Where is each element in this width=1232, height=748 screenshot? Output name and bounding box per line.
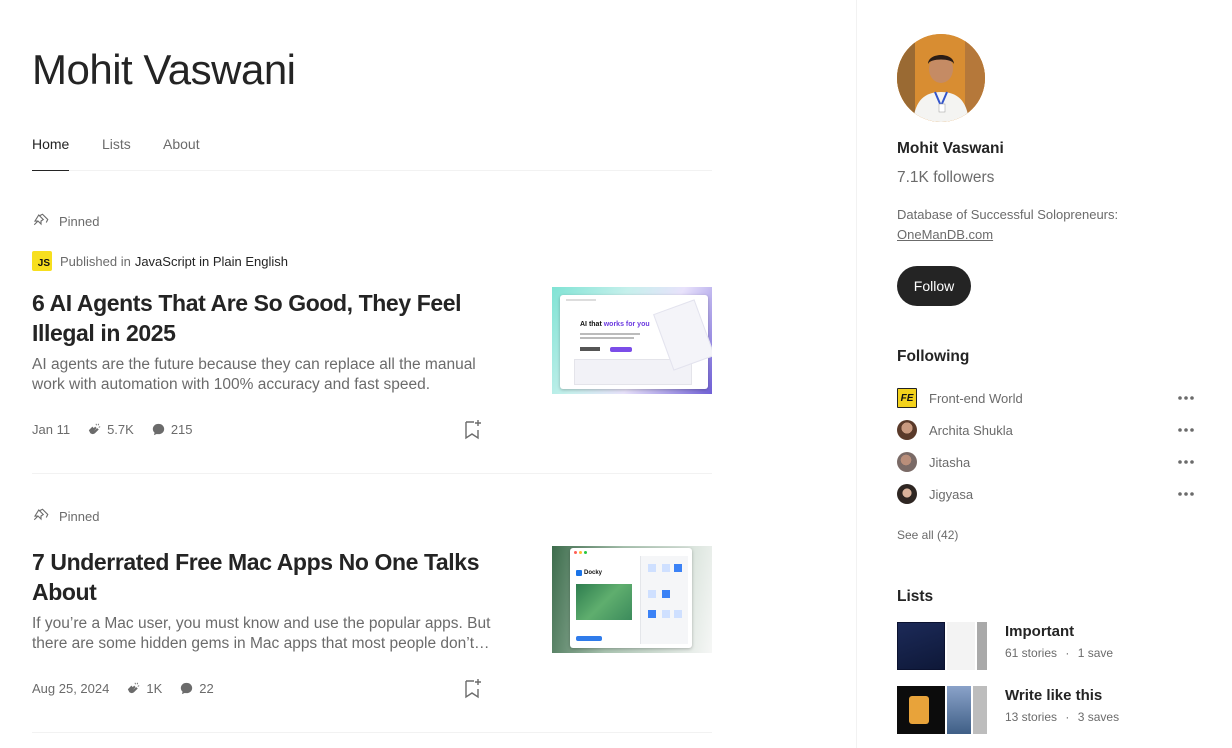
post-divider xyxy=(32,473,712,474)
following-name[interactable]: Front-end World xyxy=(929,391,1175,406)
list-meta: 13 stories · 3 saves xyxy=(1005,710,1120,724)
post-subtitle: If you’re a Mac user, you must know and … xyxy=(32,615,491,652)
tab-home[interactable]: Home xyxy=(32,136,70,171)
bio-text: Database of Successful Solopreneurs: xyxy=(897,207,1119,222)
published-prefix: Published in xyxy=(60,253,131,269)
post-meta: Jan 11 5.7K 215 xyxy=(32,419,193,439)
response-icon xyxy=(181,682,193,694)
clap-count: 5.7K xyxy=(107,421,134,437)
bio-link[interactable]: OneManDB.com xyxy=(897,227,993,242)
following-name[interactable]: Archita Shukla xyxy=(929,423,1175,438)
pinned-label: Pinned xyxy=(32,506,99,526)
more-icon[interactable] xyxy=(1175,483,1197,505)
response-icon xyxy=(152,423,164,435)
follow-button[interactable]: Follow xyxy=(897,266,971,306)
pinned-text: Pinned xyxy=(59,508,100,524)
tab-lists[interactable]: Lists xyxy=(102,136,131,171)
avatar[interactable] xyxy=(897,420,917,440)
more-icon[interactable] xyxy=(1175,419,1197,441)
publication-logo[interactable]: FE xyxy=(897,388,917,408)
following-item: Jigyasa xyxy=(897,483,1197,505)
avatar[interactable] xyxy=(897,484,917,504)
following-item: Jitasha xyxy=(897,451,1197,473)
avatar[interactable] xyxy=(897,452,917,472)
thumbnail-window: Docky xyxy=(570,548,692,648)
pinned-text: Pinned xyxy=(59,213,100,229)
responses-button[interactable]: 215 xyxy=(150,421,193,438)
thumbnail-app-name: Docky xyxy=(584,570,603,576)
more-icon[interactable] xyxy=(1175,451,1197,473)
clap-count: 1K xyxy=(146,680,163,696)
sidebar-divider xyxy=(856,0,857,748)
profile-tabs: Home Lists About xyxy=(32,134,712,171)
post-date: Jan 11 xyxy=(32,421,71,437)
sidebar-author-name[interactable]: Mohit Vaswani xyxy=(897,140,1004,158)
following-heading: Following xyxy=(897,348,970,365)
following-name[interactable]: Jigyasa xyxy=(929,487,1175,502)
post-thumbnail[interactable]: AI that works for you xyxy=(552,287,712,394)
thumbnail-headline: AI that works for you xyxy=(580,321,650,328)
tab-about[interactable]: About xyxy=(163,136,200,171)
response-count: 22 xyxy=(199,680,214,696)
pin-icon xyxy=(33,213,49,226)
list-item[interactable]: Important 61 stories · 1 save xyxy=(897,622,1207,670)
clap-button[interactable]: 5.7K xyxy=(86,421,134,438)
list-thumbnails xyxy=(897,622,987,670)
post-thumbnail[interactable]: Docky xyxy=(552,546,712,653)
avatar[interactable] xyxy=(897,34,985,122)
clap-icon xyxy=(88,423,101,434)
following-item: Archita Shukla xyxy=(897,419,1197,441)
publication-logo[interactable]: JS xyxy=(32,251,52,271)
post-title[interactable]: 7 Underrated Free Mac Apps No One Talks … xyxy=(32,547,502,607)
post-title[interactable]: 6 AI Agents That Are So Good, They Feel … xyxy=(32,288,502,348)
clap-button[interactable]: 1K xyxy=(125,680,162,697)
see-all-following-link[interactable]: See all (42) xyxy=(897,528,958,542)
following-item: FE Front-end World xyxy=(897,387,1197,409)
list-meta: 61 stories · 1 save xyxy=(1005,646,1114,660)
published-in: JS Published in JavaScript in Plain Engl… xyxy=(32,251,288,271)
list-title[interactable]: Important xyxy=(1005,623,1074,640)
post-divider xyxy=(32,732,712,733)
thumbnail-window: AI that works for you xyxy=(560,295,712,389)
list-item[interactable]: Write like this 13 stories · 3 saves xyxy=(897,686,1207,734)
following-name[interactable]: Jitasha xyxy=(929,455,1175,470)
lists-heading: Lists xyxy=(897,588,934,605)
followers-count[interactable]: 7.1K followers xyxy=(897,169,994,187)
clap-icon xyxy=(128,682,140,693)
author-bio: Database of Successful Solopreneurs: One… xyxy=(897,205,1197,245)
list-thumbnails xyxy=(897,686,987,734)
responses-button[interactable]: 22 xyxy=(178,680,214,697)
bookmark-add-icon[interactable] xyxy=(463,677,483,699)
page-title: Mohit Vaswani xyxy=(32,46,296,93)
post-date: Aug 25, 2024 xyxy=(32,680,110,696)
publication-link[interactable]: JavaScript in Plain English xyxy=(135,254,288,269)
more-icon[interactable] xyxy=(1175,387,1197,409)
response-count: 215 xyxy=(170,421,193,437)
list-title[interactable]: Write like this xyxy=(1005,687,1102,704)
post-subtitle: AI agents are the future because they ca… xyxy=(32,356,476,393)
post-meta: Aug 25, 2024 1K 22 xyxy=(32,678,214,698)
author-photo xyxy=(897,34,985,122)
pin-icon xyxy=(33,508,49,521)
bookmark-add-icon[interactable] xyxy=(463,418,483,440)
pinned-label: Pinned xyxy=(32,211,99,231)
